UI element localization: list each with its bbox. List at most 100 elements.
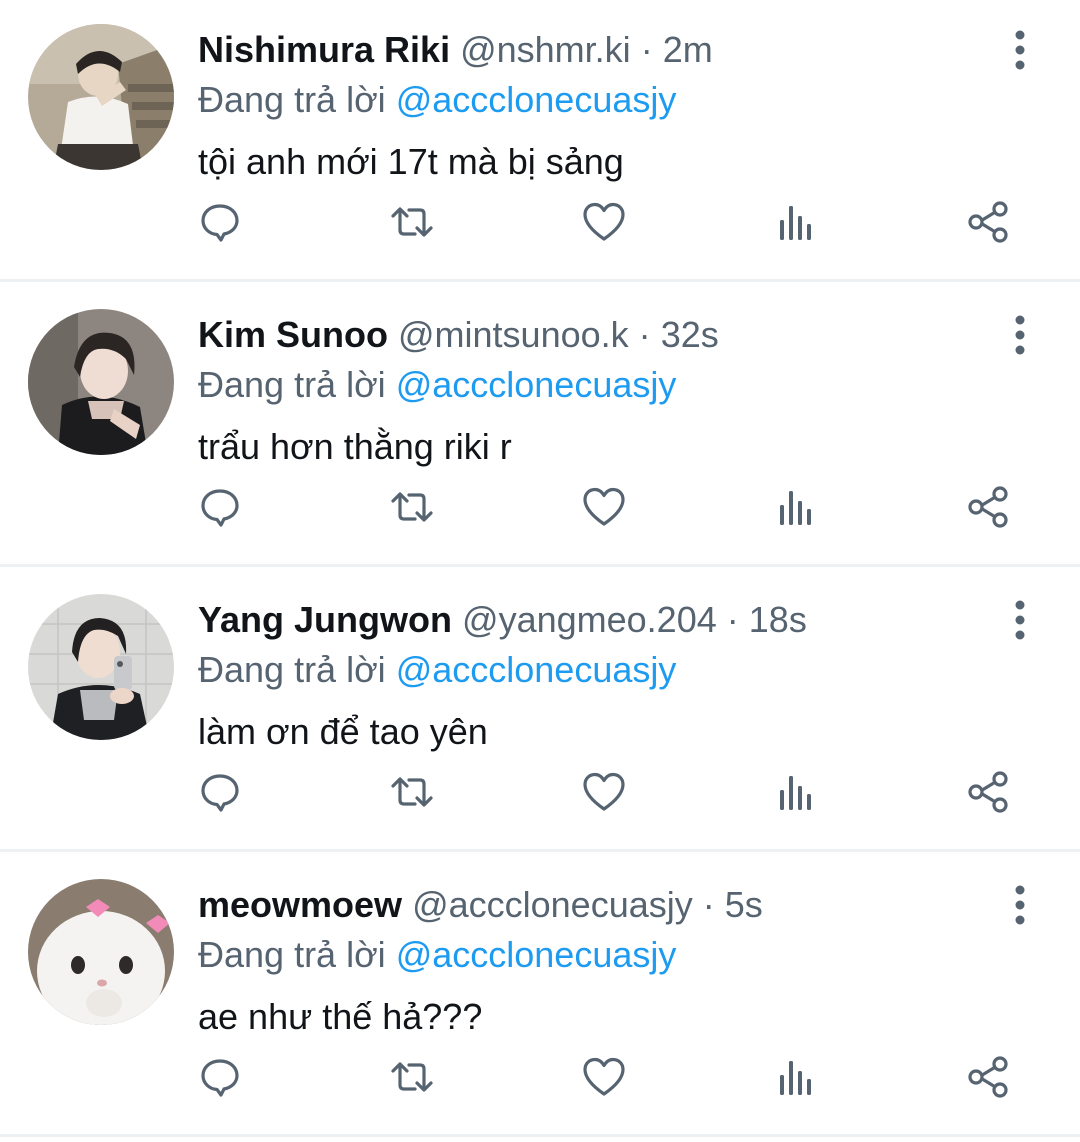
retweet-button[interactable] — [384, 194, 440, 250]
tweet-header: Yang Jungwon @yangmeo.204 · 18s — [198, 596, 807, 644]
heart-icon — [583, 1057, 625, 1096]
view-stats-button[interactable] — [768, 1049, 824, 1105]
retweet-icon — [391, 777, 433, 807]
tweet-item[interactable]: Kim Sunoo @mintsunoo.k · 32s Đang trả lờ… — [0, 285, 1080, 567]
divider — [0, 849, 1080, 852]
bar-chart-icon — [780, 206, 811, 240]
reply-mention-link[interactable]: @accclonecuasjy — [396, 364, 677, 405]
user-handle[interactable]: @yangmeo.204 — [462, 599, 717, 640]
retweet-icon — [391, 207, 433, 237]
bar-chart-icon — [780, 1061, 811, 1095]
replying-to: Đang trả lời @accclonecuasjy — [198, 931, 676, 979]
timestamp[interactable]: 2m — [663, 29, 713, 70]
avatar-image — [28, 24, 174, 170]
share-button[interactable] — [960, 479, 1016, 535]
retweet-button[interactable] — [384, 1049, 440, 1105]
divider — [0, 279, 1080, 282]
reply-mention-link[interactable]: @accclonecuasjy — [396, 934, 677, 975]
tweet-item[interactable]: meowmoew @accclonecuasjy · 5s Đang trả l… — [0, 855, 1080, 1137]
user-handle[interactable]: @accclonecuasjy — [412, 884, 693, 925]
reply-button[interactable] — [192, 479, 248, 535]
user-handle[interactable]: @mintsunoo.k — [398, 314, 629, 355]
tweet-header: meowmoew @accclonecuasjy · 5s — [198, 881, 763, 929]
tweet-item[interactable]: Yang Jungwon @yangmeo.204 · 18s Đang trả… — [0, 570, 1080, 852]
replying-to: Đang trả lời @accclonecuasjy — [198, 361, 676, 409]
reply-button[interactable] — [192, 1049, 248, 1105]
reply-feed: Nishimura Riki @nshmr.ki · 2m Đang trả l… — [0, 0, 1080, 1142]
separator-dot: · — [702, 884, 715, 925]
replying-to-label: Đang trả lời — [198, 79, 386, 120]
heart-icon — [583, 487, 625, 526]
retweet-button[interactable] — [384, 764, 440, 820]
view-stats-button[interactable] — [768, 479, 824, 535]
share-icon — [968, 486, 1008, 528]
tweet-header: Nishimura Riki @nshmr.ki · 2m — [198, 26, 713, 74]
share-button[interactable] — [960, 194, 1016, 250]
replying-to: Đang trả lời @accclonecuasjy — [198, 646, 676, 694]
view-stats-button[interactable] — [768, 764, 824, 820]
share-icon — [968, 1056, 1008, 1098]
display-name[interactable]: Kim Sunoo — [198, 314, 388, 355]
display-name[interactable]: Yang Jungwon — [198, 599, 452, 640]
separator-dot: · — [640, 29, 653, 70]
user-handle[interactable]: @nshmr.ki — [460, 29, 631, 70]
timestamp[interactable]: 32s — [661, 314, 719, 355]
avatar-image — [28, 594, 174, 740]
separator-dot: · — [726, 599, 739, 640]
more-options-button[interactable] — [1000, 30, 1040, 70]
heart-icon — [583, 772, 625, 811]
display-name[interactable]: meowmoew — [198, 884, 402, 925]
tweet-text: trẩu hơn thằng riki r — [198, 426, 512, 467]
divider — [0, 564, 1080, 567]
avatar[interactable] — [28, 594, 174, 740]
bar-chart-icon — [780, 491, 811, 525]
replying-to-label: Đang trả lời — [198, 934, 386, 975]
avatar[interactable] — [28, 309, 174, 455]
replying-to-label: Đang trả lời — [198, 649, 386, 690]
speech-bubble-icon — [201, 774, 239, 812]
replying-to: Đang trả lời @accclonecuasjy — [198, 76, 676, 124]
avatar-image — [28, 309, 174, 455]
more-options-button[interactable] — [1000, 600, 1040, 640]
retweet-icon — [391, 1062, 433, 1092]
avatar-image — [28, 879, 174, 1025]
tweet-text: tội anh mới 17t mà bị sảng — [198, 141, 624, 182]
tweet-header: Kim Sunoo @mintsunoo.k · 32s — [198, 311, 719, 359]
like-button[interactable] — [576, 764, 632, 820]
vertical-dots-icon — [1015, 315, 1025, 355]
like-button[interactable] — [576, 479, 632, 535]
timestamp[interactable]: 5s — [725, 884, 763, 925]
replying-to-label: Đang trả lời — [198, 364, 386, 405]
share-icon — [968, 201, 1008, 243]
timestamp[interactable]: 18s — [749, 599, 807, 640]
retweet-button[interactable] — [384, 479, 440, 535]
speech-bubble-icon — [201, 1059, 239, 1097]
share-button[interactable] — [960, 1049, 1016, 1105]
view-stats-button[interactable] — [768, 194, 824, 250]
vertical-dots-icon — [1015, 30, 1025, 70]
vertical-dots-icon — [1015, 885, 1025, 925]
reply-mention-link[interactable]: @accclonecuasjy — [396, 649, 677, 690]
like-button[interactable] — [576, 194, 632, 250]
speech-bubble-icon — [201, 489, 239, 527]
heart-icon — [583, 202, 625, 241]
share-icon — [968, 771, 1008, 813]
vertical-dots-icon — [1015, 600, 1025, 640]
avatar[interactable] — [28, 24, 174, 170]
separator-dot: · — [638, 314, 651, 355]
more-options-button[interactable] — [1000, 315, 1040, 355]
tweet-text: làm ơn để tao yên — [198, 711, 488, 752]
reply-button[interactable] — [192, 764, 248, 820]
more-options-button[interactable] — [1000, 885, 1040, 925]
share-button[interactable] — [960, 764, 1016, 820]
like-button[interactable] — [576, 1049, 632, 1105]
reply-mention-link[interactable]: @accclonecuasjy — [396, 79, 677, 120]
reply-button[interactable] — [192, 194, 248, 250]
display-name[interactable]: Nishimura Riki — [198, 29, 450, 70]
avatar[interactable] — [28, 879, 174, 1025]
retweet-icon — [391, 492, 433, 522]
tweet-text: ae như thế hả??? — [198, 996, 483, 1037]
tweet-item[interactable]: Nishimura Riki @nshmr.ki · 2m Đang trả l… — [0, 0, 1080, 282]
speech-bubble-icon — [201, 204, 239, 242]
divider — [0, 1134, 1080, 1137]
